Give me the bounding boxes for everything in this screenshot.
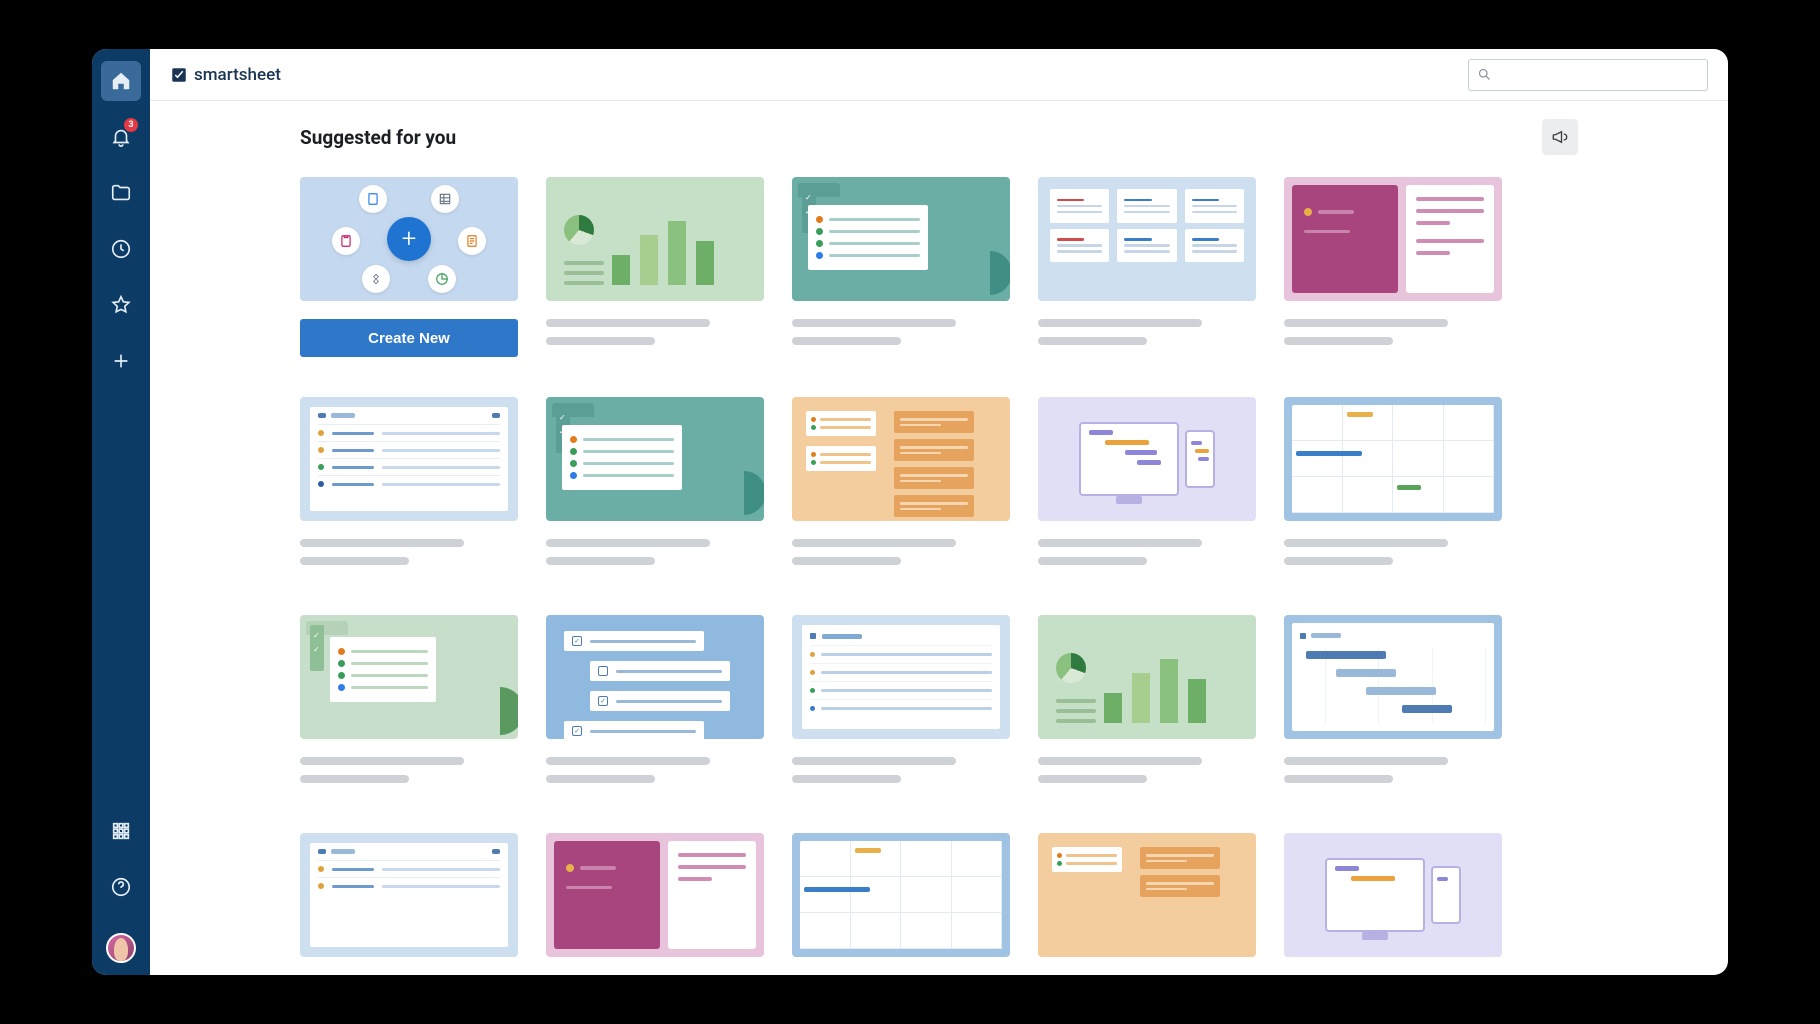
app-frame: 3 smartsheet: [92, 49, 1728, 975]
search-icon: [1477, 67, 1492, 82]
nav-apps[interactable]: [101, 811, 141, 851]
template-card[interactable]: [546, 833, 764, 957]
template-card[interactable]: [1284, 615, 1502, 793]
template-title-placeholder: [1284, 319, 1502, 345]
templates-grid: + Create New ✓✓: [300, 177, 1578, 957]
topbar: smartsheet: [150, 49, 1728, 101]
nav-favorites[interactable]: [101, 285, 141, 325]
content: Suggested for you +: [150, 101, 1728, 975]
template-card[interactable]: [300, 833, 518, 957]
template-title-placeholder: [1038, 319, 1256, 345]
nav-recent[interactable]: [101, 229, 141, 269]
template-card[interactable]: [1038, 397, 1256, 575]
nav-create[interactable]: [101, 341, 141, 381]
grid-icon: [431, 185, 459, 213]
nav-help[interactable]: [101, 867, 141, 907]
dashboard-icon: [428, 265, 456, 293]
template-title-placeholder: [300, 757, 518, 783]
template-card[interactable]: [1038, 833, 1256, 957]
main-area: smartsheet Suggested for you: [150, 49, 1728, 975]
create-new-button[interactable]: Create New: [300, 319, 518, 357]
template-card[interactable]: ✓ ✓ ✓: [546, 615, 764, 793]
nav-home[interactable]: [101, 61, 141, 101]
sheet-icon: [359, 185, 387, 213]
template-title-placeholder: [1284, 539, 1502, 565]
smartsheet-mark-icon: [170, 66, 188, 84]
create-new-tile[interactable]: + Create New: [300, 177, 518, 357]
plus-icon: +: [387, 217, 431, 261]
template-title-placeholder: [792, 757, 1010, 783]
nav-notifications[interactable]: 3: [101, 117, 141, 157]
template-card[interactable]: [1038, 177, 1256, 357]
template-card[interactable]: [792, 833, 1010, 957]
integration-icon: [362, 265, 390, 293]
template-title-placeholder: [546, 757, 764, 783]
template-card[interactable]: ✓✓: [546, 397, 764, 575]
template-card[interactable]: [792, 615, 1010, 793]
megaphone-icon: [1551, 128, 1569, 146]
template-card[interactable]: [1284, 397, 1502, 575]
search-field[interactable]: [1498, 67, 1699, 82]
brand-logo[interactable]: smartsheet: [170, 65, 281, 85]
template-card[interactable]: [1038, 615, 1256, 793]
report-icon: [332, 227, 360, 255]
template-card[interactable]: [1284, 833, 1502, 957]
template-card[interactable]: [1284, 177, 1502, 357]
announcements-button[interactable]: [1542, 119, 1578, 155]
template-card[interactable]: [300, 397, 518, 575]
section-header: Suggested for you: [300, 119, 1578, 155]
template-card[interactable]: ✓✓: [792, 177, 1010, 357]
template-card[interactable]: [792, 397, 1010, 575]
template-title-placeholder: [1038, 539, 1256, 565]
template-title-placeholder: [792, 319, 1010, 345]
sidebar: 3: [92, 49, 150, 975]
form-icon: [458, 227, 486, 255]
brand-name: smartsheet: [194, 65, 281, 85]
template-title-placeholder: [1284, 757, 1502, 783]
search-input[interactable]: [1468, 59, 1708, 91]
user-avatar[interactable]: [106, 933, 136, 963]
notification-badge: 3: [124, 118, 138, 132]
template-title-placeholder: [1038, 757, 1256, 783]
template-title-placeholder: [300, 539, 518, 565]
template-card[interactable]: ✓✓: [300, 615, 518, 793]
template-card[interactable]: [546, 177, 764, 357]
template-title-placeholder: [792, 539, 1010, 565]
template-title-placeholder: [546, 539, 764, 565]
template-title-placeholder: [546, 319, 764, 345]
nav-browse[interactable]: [101, 173, 141, 213]
section-title: Suggested for you: [300, 126, 456, 149]
